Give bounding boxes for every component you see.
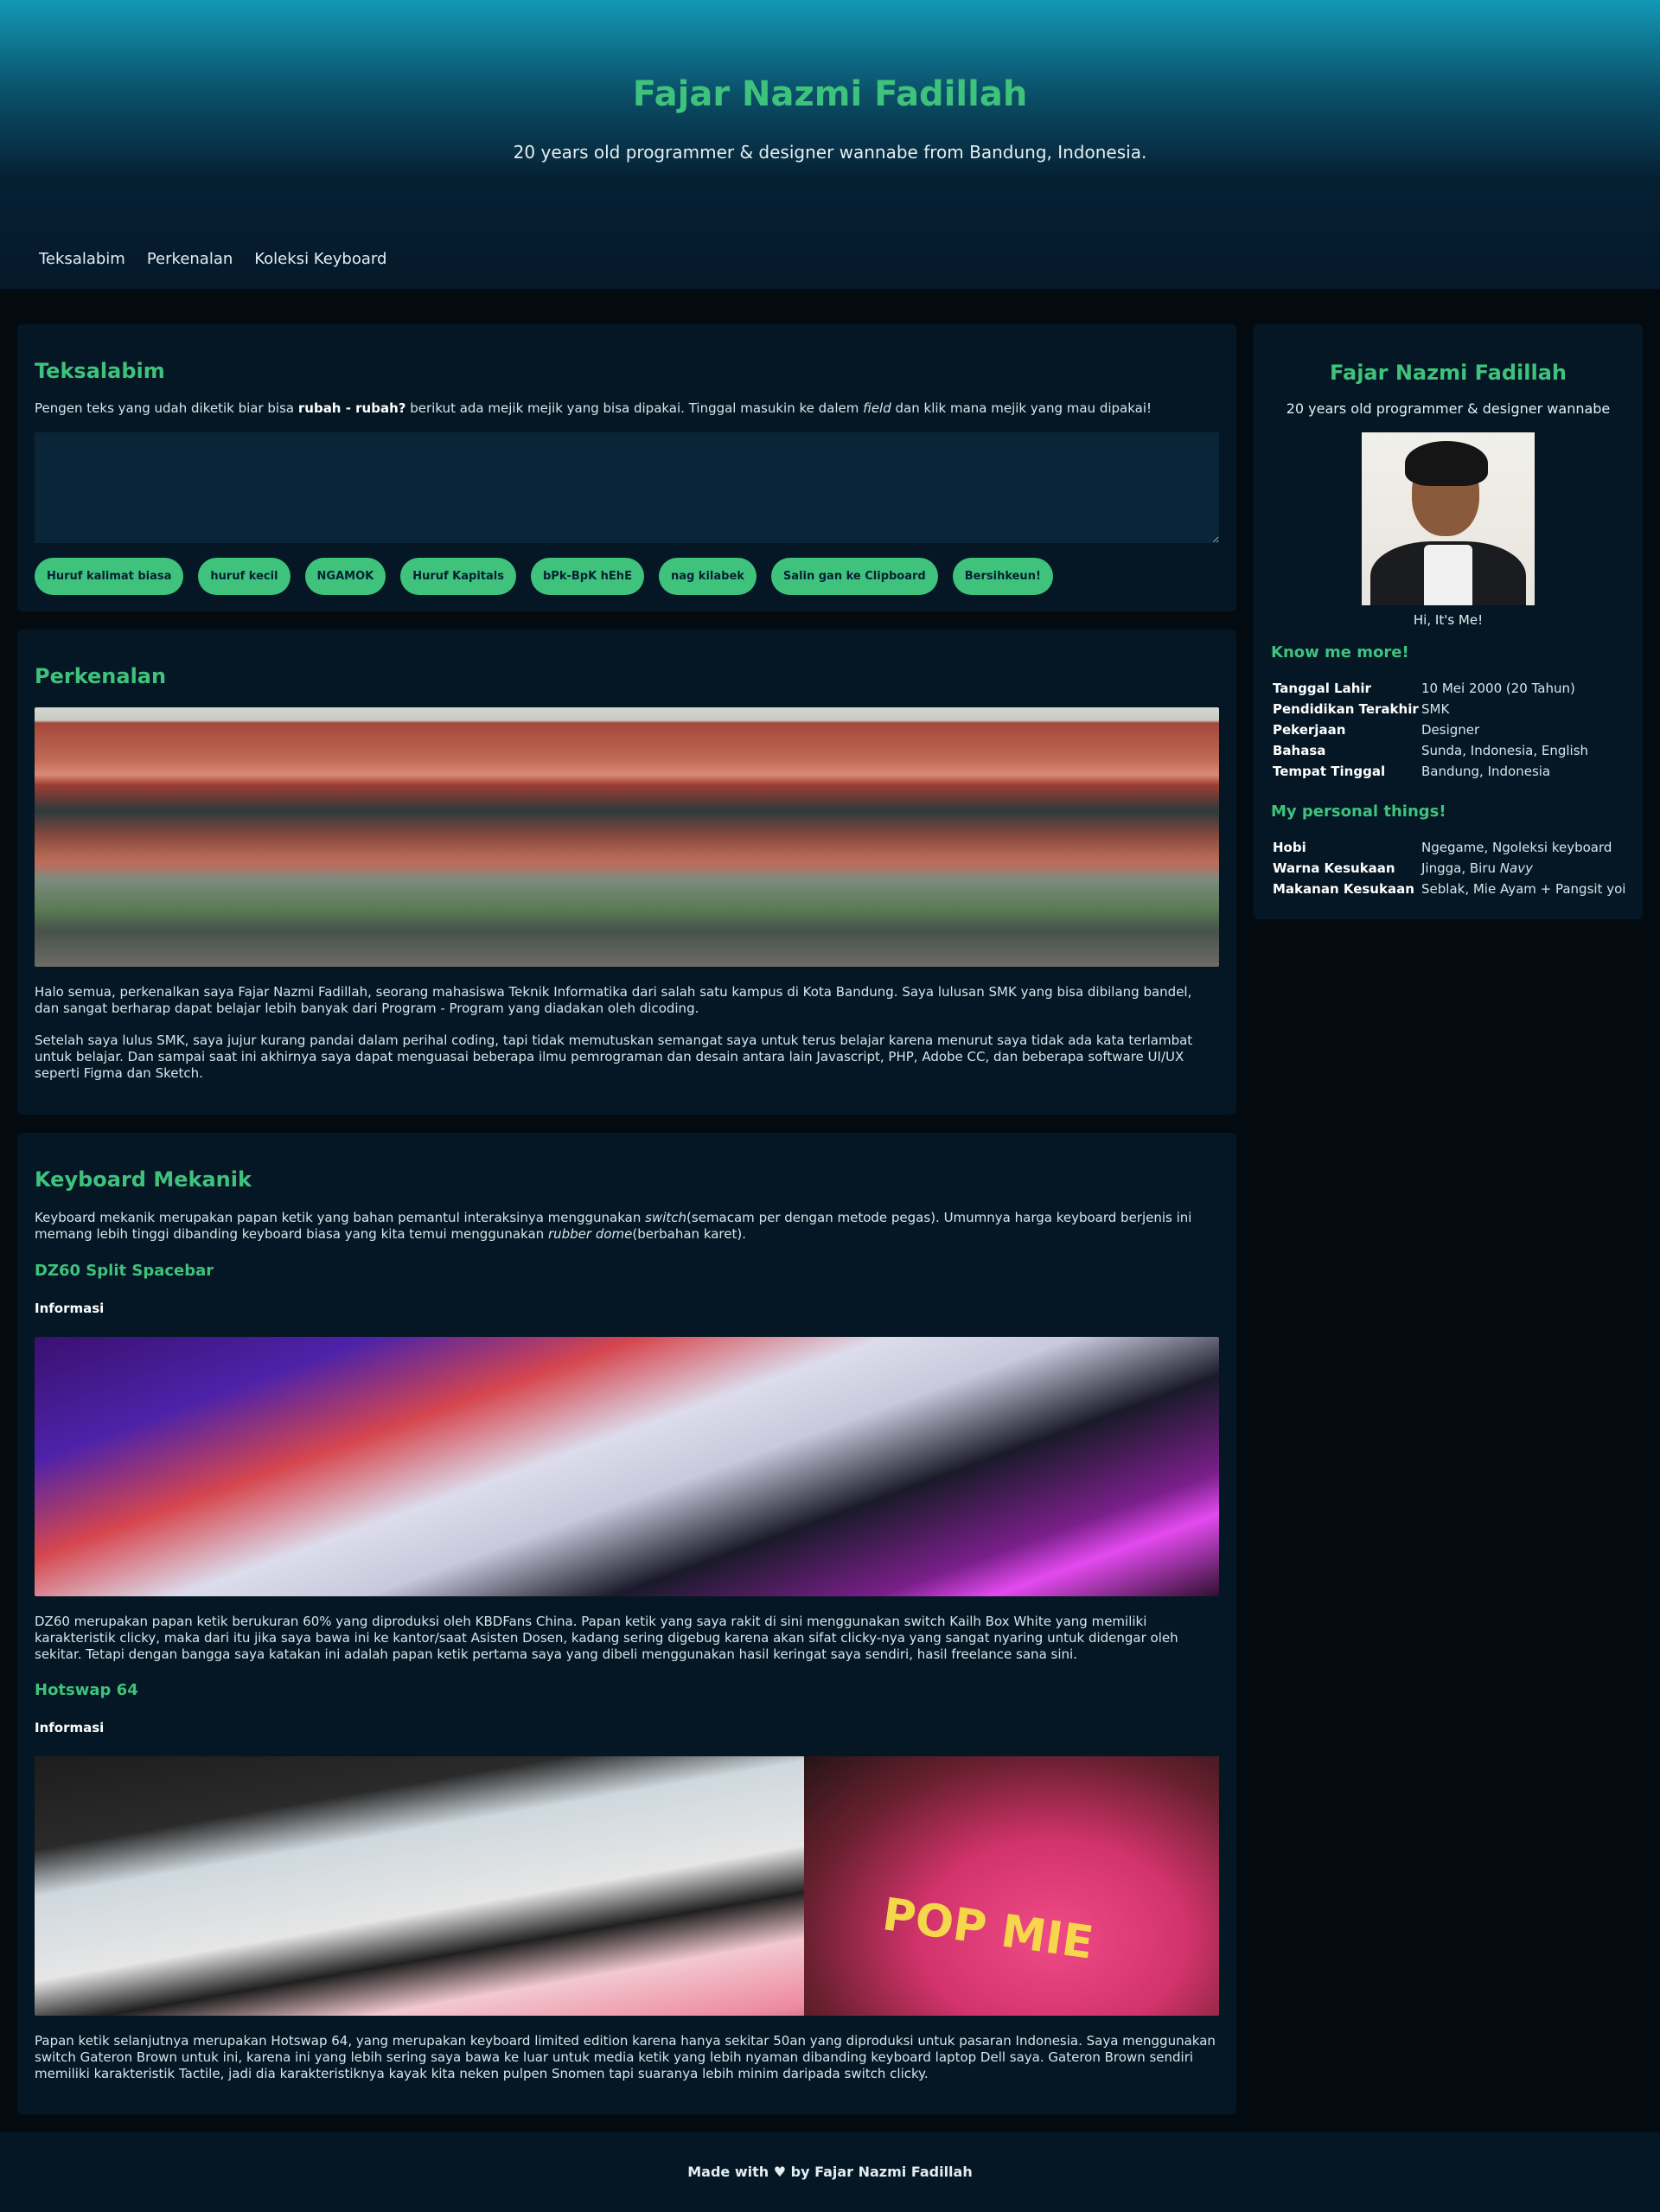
profile-tagline: 20 years old programmer & designer wanna… [1286, 400, 1611, 417]
magic-button-row: Huruf kalimat biasa huruf kecil NGAMOK H… [35, 558, 1053, 595]
table-row: Makanan Kesukaan Seblak, Mie Ayam + Pangs… [1273, 879, 1625, 899]
intro-paragraph-1: Halo semua, perkenalkan saya Fajar Nazmi… [35, 984, 1192, 1016]
perkenalan-card: Perkenalan Halo semua, perkenalkan saya … [17, 630, 1236, 1115]
hotswap64-info-label: Informasi [35, 1720, 105, 1736]
text-input-area[interactable] [35, 432, 1219, 543]
table-row: Tempat Tinggal Bandung, Indonesia [1273, 761, 1588, 782]
footer-text: Made with [687, 2164, 774, 2180]
info-value: Jingga, Biru Navy [1421, 858, 1625, 879]
info-key: Tempat Tinggal [1273, 764, 1386, 779]
heart-icon: ♥ [773, 2164, 787, 2180]
desc-text: Pengen teks yang udah diketik biar bisa [35, 400, 298, 416]
info-key: Pendidikan Terakhir [1273, 701, 1419, 717]
intro-paragraph-2: Setelah saya lulus SMK, saya jujur kuran… [35, 1032, 1193, 1081]
keyboard-intro: Keyboard mekanik merupakan papan ketik y… [35, 1210, 1219, 1243]
info-key: Warna Kesukaan [1273, 860, 1395, 876]
reverse-text-button[interactable]: nag kilabek [658, 558, 757, 595]
site-header: Fajar Nazmi Fadillah 20 years old progra… [0, 0, 1660, 289]
cup-label: POP MIE [879, 1889, 1097, 1970]
intro-text: Keyboard mekanik merupakan papan ketik y… [35, 1210, 646, 1225]
desc-italic: field [863, 400, 891, 416]
sentence-case-button[interactable]: Huruf kalimat biasa [35, 558, 184, 595]
hotswap64-heading: Hotswap 64 [35, 1681, 138, 1699]
desc-bold: rubah - rubah? [297, 400, 406, 416]
table-row: Hobi Ngegame, Ngoleksi keyboard [1273, 837, 1625, 858]
table-row: Tanggal Lahir 10 Mei 2000 (20 Tahun) [1273, 678, 1588, 699]
table-row: Warna Kesukaan Jingga, Biru Navy [1273, 858, 1625, 879]
profile-name: Fajar Nazmi Fadillah [1330, 361, 1567, 385]
perkenalan-title: Perkenalan [35, 664, 167, 688]
teksalabim-card: Teksalabim Pengen teks yang udah diketik… [17, 324, 1236, 611]
capitalize-button[interactable]: Huruf Kapitals [400, 558, 516, 595]
info-value: Designer [1421, 722, 1480, 738]
desc-text: dan klik mana mejik yang mau dipakai! [891, 400, 1152, 416]
info-key: Hobi [1273, 840, 1306, 855]
hotswap64-keyboard-photo: POP MIE [35, 1756, 1219, 2016]
nav-link-koleksi-keyboard[interactable]: Koleksi Keyboard [254, 250, 386, 268]
clear-button[interactable]: Bersihkeun! [952, 558, 1053, 595]
intro-italic: switch [645, 1210, 687, 1225]
info-value: Ngegame, Ngoleksi keyboard [1421, 840, 1612, 855]
personal-things-table: Hobi Ngegame, Ngoleksi keyboard Warna Kes… [1273, 837, 1625, 899]
photo-caption: Hi, It's Me! [1413, 612, 1484, 628]
info-key: Bahasa [1273, 743, 1326, 758]
info-value-text: Jingga, Biru [1421, 860, 1500, 876]
info-value-italic: Navy [1499, 860, 1533, 876]
dz60-description: DZ60 merupakan papan ketik berukuran 60%… [35, 1614, 1178, 1662]
site-footer: Made with ♥ by Fajar Nazmi Fadillah [0, 2132, 1660, 2212]
intro-italic: rubber dome [547, 1226, 633, 1242]
keyboard-card: Keyboard Mekanik Keyboard mekanik merupa… [17, 1133, 1236, 2114]
info-value: Bandung, Indonesia [1421, 764, 1551, 779]
copy-clipboard-button[interactable]: Salin gan ke Clipboard [770, 558, 938, 595]
lowercase-button[interactable]: huruf kecil [198, 558, 290, 595]
personal-things-heading: My personal things! [1271, 802, 1446, 821]
table-row: Bahasa Sunda, Indonesia, English [1273, 740, 1588, 761]
table-row: Pendidikan Terakhir SMK [1273, 699, 1588, 719]
info-value: Sunda, Indonesia, English [1421, 743, 1589, 758]
info-key: Pekerjaan [1273, 722, 1346, 738]
profile-photo [1362, 432, 1535, 605]
profile-sidebar: Fajar Nazmi Fadillah 20 years old progra… [1254, 324, 1643, 919]
nav-link-perkenalan[interactable]: Perkenalan [147, 250, 233, 268]
desc-text: berikut ada mejik mejik yang bisa dipaka… [405, 400, 864, 416]
dz60-heading: DZ60 Split Spacebar [35, 1262, 214, 1280]
hotswap64-description: Papan ketik selanjutnya merupakan Hotswa… [35, 2033, 1216, 2081]
know-me-heading: Know me more! [1271, 643, 1409, 662]
info-value: 10 Mei 2000 (20 Tahun) [1421, 681, 1575, 696]
alternating-case-button[interactable]: bPk-BpK hEhE [530, 558, 644, 595]
info-key: Makanan Kesukaan [1273, 881, 1414, 897]
info-value: SMK [1421, 701, 1450, 717]
teksalabim-title: Teksalabim [35, 359, 165, 383]
noodle-cup: POP MIE [804, 1756, 1219, 2016]
info-key: Tanggal Lahir [1273, 681, 1371, 696]
site-subtitle: 20 years old programmer & designer wanna… [513, 142, 1147, 163]
main-nav: Teksalabim Perkenalan Koleksi Keyboard [39, 250, 386, 268]
info-value: Seblak, Mie Ayam + Pangsit yoi [1421, 881, 1626, 897]
teksalabim-description: Pengen teks yang udah diketik biar bisa … [35, 400, 1219, 417]
footer-credit: Made with ♥ by Fajar Nazmi Fadillah [0, 2164, 1660, 2180]
table-row: Pekerjaan Designer [1273, 719, 1588, 740]
site-title: Fajar Nazmi Fadillah [632, 74, 1028, 114]
dz60-keyboard-photo [35, 1337, 1219, 1596]
uppercase-button[interactable]: NGAMOK [304, 558, 386, 595]
keyboard-title: Keyboard Mekanik [35, 1167, 252, 1192]
footer-text: by Fajar Nazmi Fadillah [786, 2164, 973, 2180]
school-photo [35, 707, 1219, 967]
know-me-table: Tanggal Lahir 10 Mei 2000 (20 Tahun) Pend… [1273, 678, 1588, 782]
nav-link-teksalabim[interactable]: Teksalabim [39, 250, 125, 268]
intro-text: (berbahan karet). [632, 1226, 746, 1242]
dz60-info-label: Informasi [35, 1301, 105, 1316]
